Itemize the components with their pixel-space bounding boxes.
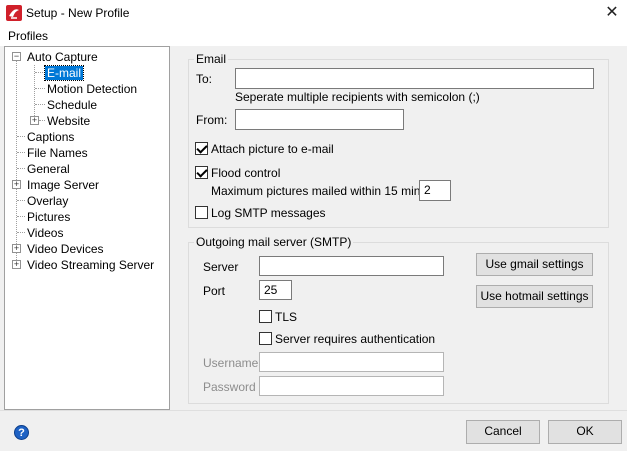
tree-item-general[interactable]: General [27,162,70,176]
tree-line [39,120,45,121]
password-label: Password [203,380,256,394]
tree-item-auto-capture[interactable]: Auto Capture [27,50,98,64]
tree-item-schedule[interactable]: Schedule [47,98,97,112]
red-logo-icon [6,5,22,21]
tree-item-pictures[interactable]: Pictures [27,210,70,224]
tree-line [17,168,25,169]
smtp-group-title: Outgoing mail server (SMTP) [194,235,354,249]
log-smtp-label: Log SMTP messages [211,206,326,220]
tree-line [17,216,25,217]
footer-divider [0,410,627,411]
tree-line [17,232,25,233]
tree-item-video-devices[interactable]: Video Devices [27,242,104,256]
tree-item-website[interactable]: Website [47,114,90,128]
tree-line [35,72,45,73]
tree-item-image-server[interactable]: Image Server [27,178,99,192]
server-field[interactable] [259,256,444,276]
tree-item-motion-detection[interactable]: Motion Detection [47,82,137,96]
tls-checkbox[interactable] [259,310,272,323]
tree-item-captions[interactable]: Captions [27,130,74,144]
ok-button[interactable]: OK [548,420,622,444]
tree-item-file-names[interactable]: File Names [27,146,88,160]
email-settings-pane: Email To: Seperate multiple recipients w… [172,46,627,410]
menu-profiles[interactable]: Profiles [8,29,48,43]
flood-control-checkbox[interactable] [195,166,208,179]
settings-tree: − Auto Capture E-mail Motion Detection S… [4,46,170,410]
tree-line [35,88,45,89]
server-label: Server [203,260,239,274]
menu-bar: Profiles [0,26,627,46]
flood-control-label: Flood control [211,166,281,180]
to-hint: Seperate multiple recipients with semico… [235,90,480,104]
collapse-icon[interactable]: − [12,52,21,61]
tree-line [34,65,35,120]
close-icon[interactable]: ✕ [597,0,627,26]
expand-icon[interactable]: + [12,260,21,269]
expand-icon[interactable]: + [30,116,39,125]
log-smtp-checkbox[interactable] [195,206,208,219]
expand-icon[interactable]: + [12,180,21,189]
title-bar: Setup - New Profile ✕ [0,0,627,26]
tree-line [17,152,25,153]
tree-item-videos[interactable]: Videos [27,226,63,240]
use-hotmail-settings-button[interactable]: Use hotmail settings [476,285,593,308]
server-auth-checkbox[interactable] [259,332,272,345]
tree-item-overlay[interactable]: Overlay [27,194,68,208]
from-field[interactable] [235,109,404,130]
tree-item-email-label: E-mail [43,65,85,81]
tree-line [17,136,25,137]
max-pictures-field[interactable]: 2 [419,180,451,201]
tree-item-video-streaming-server[interactable]: Video Streaming Server [27,258,154,272]
window-title: Setup - New Profile [26,6,130,20]
help-icon[interactable]: ? [14,425,29,440]
tree-line [16,61,17,268]
attach-picture-label: Attach picture to e-mail [211,142,334,156]
server-auth-label: Server requires authentication [275,332,436,346]
tree-line [17,200,25,201]
username-label: Username [203,356,259,370]
expand-icon[interactable]: + [12,244,21,253]
port-field[interactable]: 25 [259,280,292,300]
email-group-title: Email [194,52,229,66]
tls-label: TLS [275,310,298,324]
cancel-button[interactable]: Cancel [466,420,540,444]
username-field[interactable] [259,352,444,372]
tree-item-email[interactable]: E-mail [43,65,85,81]
to-label: To: [196,72,213,86]
from-label: From: [196,113,228,127]
to-field[interactable] [235,68,594,89]
port-label: Port [203,284,226,298]
max-pictures-label: Maximum pictures mailed within 15 minute… [211,184,447,198]
attach-picture-checkbox[interactable] [195,142,208,155]
password-field[interactable] [259,376,444,396]
tree-line [35,104,45,105]
use-gmail-settings-button[interactable]: Use gmail settings [476,253,593,276]
